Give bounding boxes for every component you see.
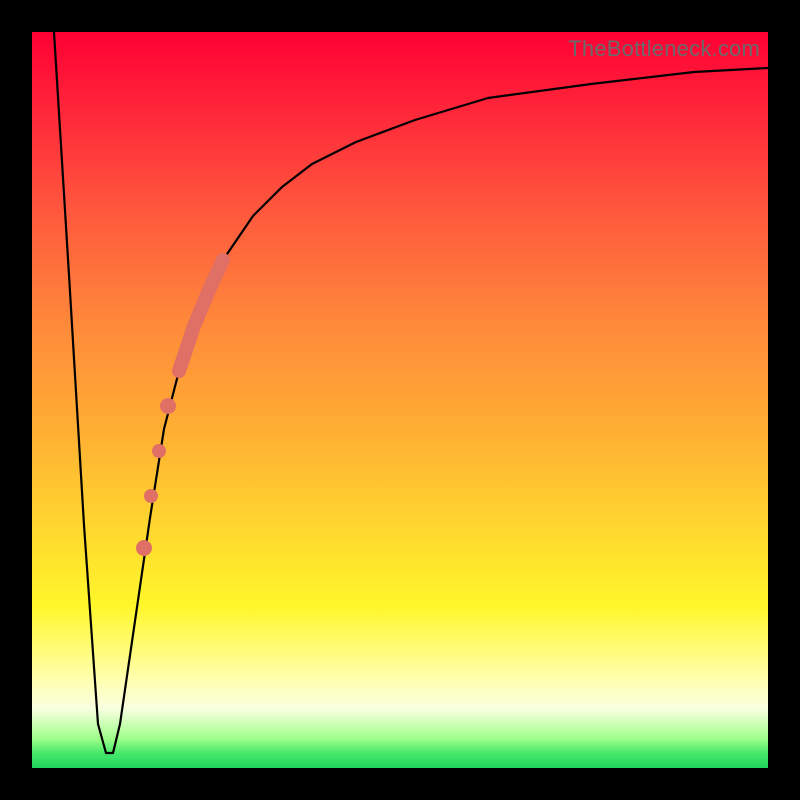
curve-svg (32, 32, 768, 768)
highlight-dot-1 (160, 398, 176, 414)
highlight-segment (179, 260, 223, 371)
highlight-dot-3 (144, 489, 158, 503)
chart-frame: TheBottleneck.com (0, 0, 800, 800)
plot-area: TheBottleneck.com (32, 32, 768, 768)
highlight-dot-4 (136, 540, 152, 556)
highlight-dot-2 (152, 444, 166, 458)
bottleneck-curve (54, 32, 768, 753)
